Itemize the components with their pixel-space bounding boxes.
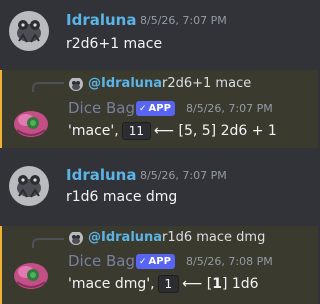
roll-breakdown: [1] 1d6	[207, 276, 259, 292]
app-badge: ✓ APP	[136, 101, 175, 116]
timestamp: 8/5/26, 7:07 PM	[186, 102, 273, 115]
message-2: @Idraluna r2d6+1 mace Dice Bag ✓ APP 8/5/…	[0, 70, 318, 148]
dice-bag-icon	[11, 254, 51, 294]
user-avatar[interactable]	[9, 166, 49, 206]
app-badge: ✓ APP	[136, 254, 175, 269]
reply-connector	[32, 82, 64, 92]
author-name[interactable]: Idraluna	[66, 166, 136, 184]
reply-avatar[interactable]	[69, 77, 83, 91]
roll-bracket-close: ] 1d6	[221, 276, 259, 292]
verified-check-icon: ✓	[139, 104, 147, 114]
user-avatar[interactable]	[9, 11, 49, 51]
reply-avatar[interactable]	[69, 231, 83, 245]
roll-result: 'mace', 11 ⟵ [5, 5] 2d6 + 1	[68, 122, 277, 140]
reply-author[interactable]: @Idraluna	[88, 230, 162, 245]
arrow-icon: ⟵	[153, 123, 175, 139]
timestamp: 8/5/26, 7:08 PM	[186, 255, 273, 268]
reply-preview[interactable]: r1d6 mace dmg	[162, 230, 265, 245]
message-3: Idraluna 8/5/26, 7:07 PM r1d6 mace dmg	[0, 156, 318, 226]
roll-breakdown: [5, 5] 2d6 + 1	[178, 123, 277, 139]
verified-check-icon: ✓	[139, 257, 147, 267]
roll-total: 11	[121, 122, 151, 140]
message-text: r1d6 mace dmg	[66, 189, 178, 205]
roll-result: 'mace dmg', 1 ⟵ [1] 1d6	[68, 275, 259, 293]
reply-author[interactable]: @Idraluna	[88, 76, 162, 91]
author-name[interactable]: Dice Bag	[68, 99, 135, 117]
reply-preview[interactable]: r2d6+1 mace	[162, 76, 251, 91]
message-1: Idraluna 8/5/26, 7:07 PM r2d6+1 mace	[0, 0, 318, 70]
dice-bag-icon	[11, 102, 51, 142]
message-text: r2d6+1 mace	[66, 36, 163, 52]
message-4: @Idraluna r1d6 mace dmg Dice Bag ✓ APP 8/…	[0, 226, 318, 304]
bot-avatar[interactable]	[11, 102, 51, 142]
bot-avatar[interactable]	[11, 254, 51, 294]
app-badge-label: APP	[148, 103, 171, 114]
roll-label: 'mace',	[68, 123, 119, 139]
moth-icon	[69, 78, 83, 91]
roll-die-value: 1	[212, 276, 222, 292]
timestamp: 8/5/26, 7:07 PM	[140, 14, 227, 27]
moth-icon	[9, 11, 49, 51]
roll-label: 'mace dmg',	[68, 276, 155, 292]
roll-total: 1	[157, 275, 180, 293]
app-badge-label: APP	[148, 256, 171, 267]
moth-icon	[9, 166, 49, 206]
moth-icon	[69, 232, 83, 245]
arrow-icon: ⟵	[182, 276, 203, 292]
reply-connector	[32, 238, 64, 248]
author-name[interactable]: Idraluna	[66, 11, 136, 29]
timestamp: 8/5/26, 7:07 PM	[140, 169, 227, 182]
author-name[interactable]: Dice Bag	[68, 252, 135, 270]
